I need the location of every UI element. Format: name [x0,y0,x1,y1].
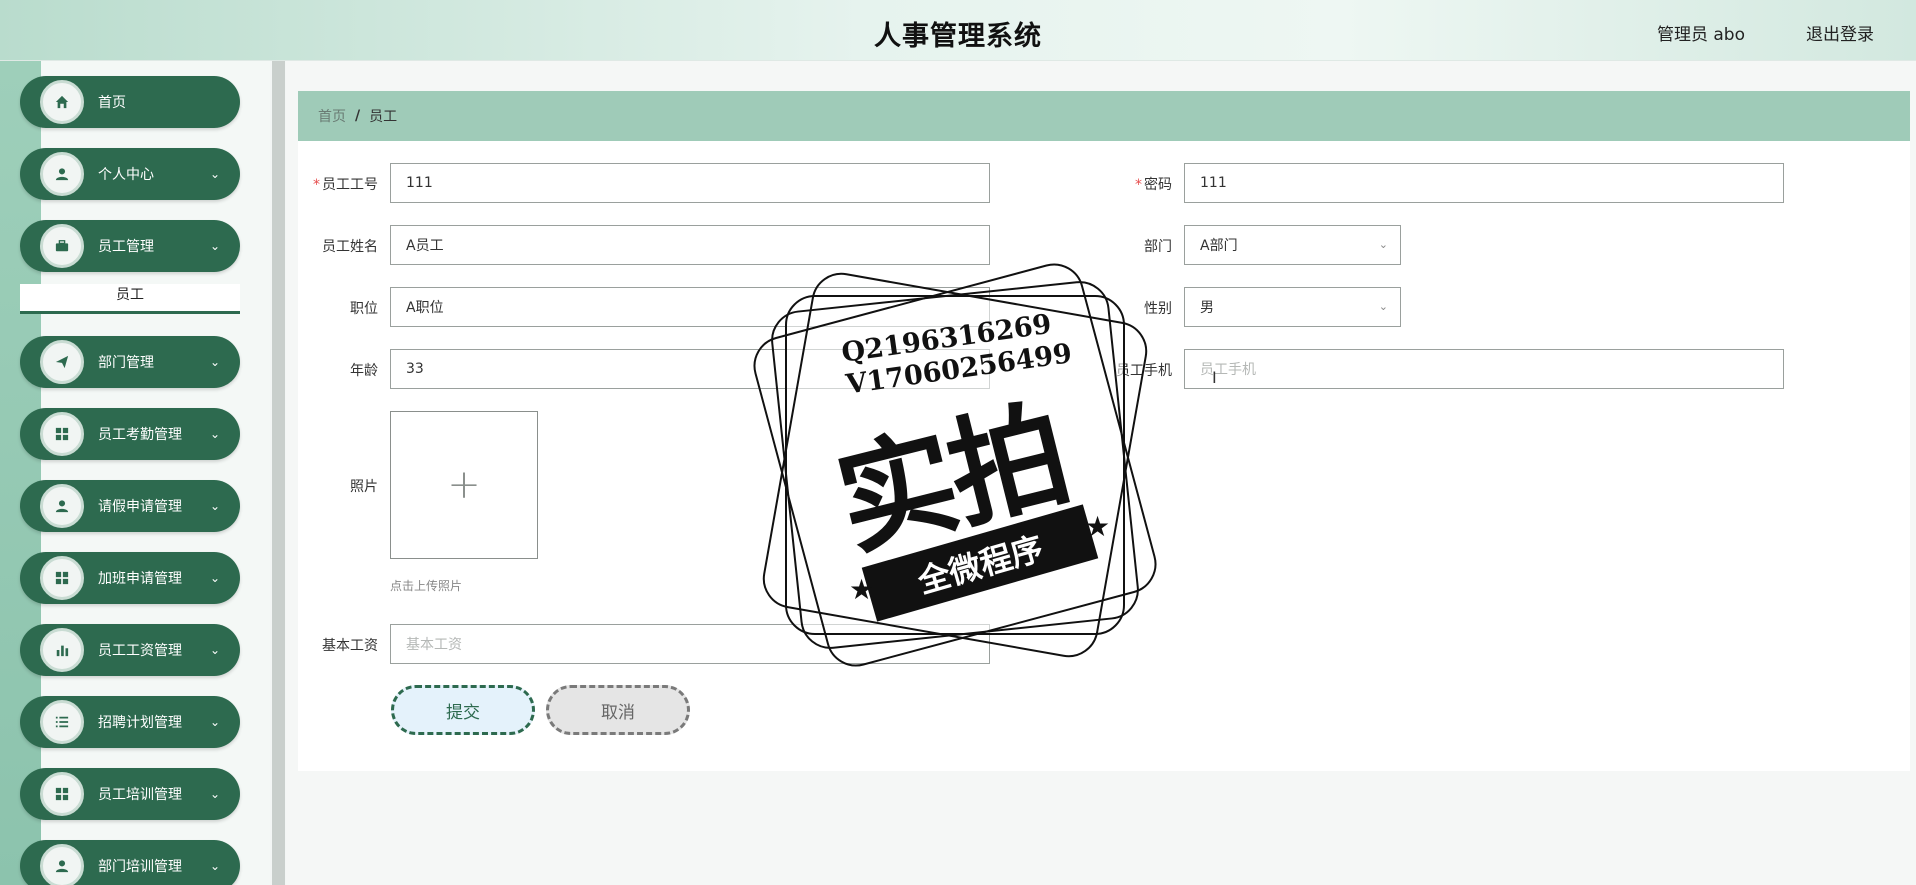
photo-label: 照片 [350,479,378,495]
chevron-down-icon: ⌄ [209,355,220,369]
sidebar-item-label: 部门培训管理 [98,859,182,875]
chevron-down-icon: ⌄ [1378,300,1388,313]
salary-label: 基本工资 [322,638,378,654]
bar-chart-icon [40,628,84,672]
user-icon [40,844,84,885]
department-label: 部门 [1144,239,1172,255]
chevron-down-icon: ⌄ [209,571,220,585]
sidebar-item-label: 员工考勤管理 [98,427,182,443]
chevron-down-icon: ⌄ [209,427,220,441]
home-icon [40,80,84,124]
sidebar-item-label: 加班申请管理 [98,571,182,587]
sidebar-subitem-employee[interactable]: 员工 [20,284,240,314]
chevron-down-icon: ⌄ [209,167,220,181]
sidebar-scrollbar[interactable] [272,61,285,885]
sidebar-item-home[interactable]: 首页 [20,76,240,128]
emp-no-input[interactable]: 111 [390,163,990,203]
sidebar-item-label: 首页 [98,95,126,111]
text-cursor-icon: I [1212,368,1217,387]
list-icon [40,700,84,744]
chevron-down-icon: ⌄ [209,715,220,729]
sidebar-item-attendance-management[interactable]: 员工考勤管理 ⌄ [20,408,240,460]
user-icon [40,152,84,196]
grid-icon [40,556,84,600]
emp-name-input[interactable]: A员工 [390,225,990,265]
breadcrumb-current: 员工 [369,109,398,125]
department-select[interactable]: A部门 ⌄ [1184,225,1401,265]
photo-upload[interactable]: + [390,411,538,559]
chevron-down-icon: ⌄ [209,643,220,657]
sidebar-item-label: 个人中心 [98,167,154,183]
grid-icon [40,412,84,456]
breadcrumb-separator: / [355,108,361,124]
sidebar-item-overtime-management[interactable]: 加班申请管理 ⌄ [20,552,240,604]
sidebar-item-label: 员工管理 [98,239,154,255]
sidebar-item-employee-training[interactable]: 员工培训管理 ⌄ [20,768,240,820]
chevron-down-icon: ⌄ [209,499,220,513]
sidebar-item-salary-management[interactable]: 员工工资管理 ⌄ [20,624,240,676]
sidebar-item-department-management[interactable]: 部门管理 ⌄ [20,336,240,388]
chevron-down-icon: ⌄ [209,787,220,801]
sidebar-item-personal-center[interactable]: 个人中心 ⌄ [20,148,240,200]
sidebar-item-department-training[interactable]: 部门培训管理 ⌄ [20,840,240,885]
department-select-value: A部门 [1200,238,1238,254]
cancel-button[interactable]: 取消 [546,685,690,735]
password-input[interactable]: 111 [1184,163,1784,203]
emp-name-label: 员工姓名 [322,239,378,255]
gender-label: 性别 [1144,301,1172,317]
password-label: * 密码 [1135,177,1172,193]
chevron-down-icon: ⌄ [1378,238,1388,251]
breadcrumb-home[interactable]: 首页 [318,106,346,126]
photo-upload-hint: 点击上传照片 [390,579,463,593]
required-mark: * [1135,177,1142,193]
age-label: 年龄 [350,363,378,379]
sidebar-item-label: 请假申请管理 [98,499,182,515]
grid-icon [40,772,84,816]
gender-select-value: 男 [1200,300,1214,316]
phone-input[interactable]: 员工手机 [1184,349,1784,389]
send-icon [40,340,84,384]
briefcase-icon [40,224,84,268]
sidebar-item-leave-management[interactable]: 请假申请管理 ⌄ [20,480,240,532]
emp-no-label: * 员工工号 [313,177,378,193]
sidebar-item-label: 员工培训管理 [98,787,182,803]
submit-button[interactable]: 提交 [391,685,535,735]
breadcrumb: 首页 / 员工 [298,91,1910,141]
age-input[interactable]: 33 [390,349,990,389]
phone-label: 员工手机 [1116,363,1172,379]
sidebar-item-employee-management[interactable]: 员工管理 ⌄ [20,220,240,272]
logout-link[interactable]: 退出登录 [1806,20,1874,45]
chevron-down-icon: ⌄ [209,859,220,873]
sidebar-item-label: 部门管理 [98,355,154,371]
sidebar-item-label: 员工工资管理 [98,643,182,659]
app-title: 人事管理系统 [874,21,1042,52]
gender-select[interactable]: 男 ⌄ [1184,287,1401,327]
required-mark: * [313,177,320,193]
admin-username: 管理员 abo [1656,25,1745,45]
chevron-down-icon: ⌄ [209,239,220,253]
salary-input[interactable]: 基本工资 [390,624,990,664]
position-input[interactable]: A职位 [390,287,990,327]
position-label: 职位 [350,301,378,317]
top-header: 人事管理系统 管理员 abo 退出登录 [0,0,1916,61]
user-icon [40,484,84,528]
plus-icon: + [447,462,481,508]
sidebar-item-recruitment-management[interactable]: 招聘计划管理 ⌄ [20,696,240,748]
sidebar-item-label: 招聘计划管理 [98,715,182,731]
